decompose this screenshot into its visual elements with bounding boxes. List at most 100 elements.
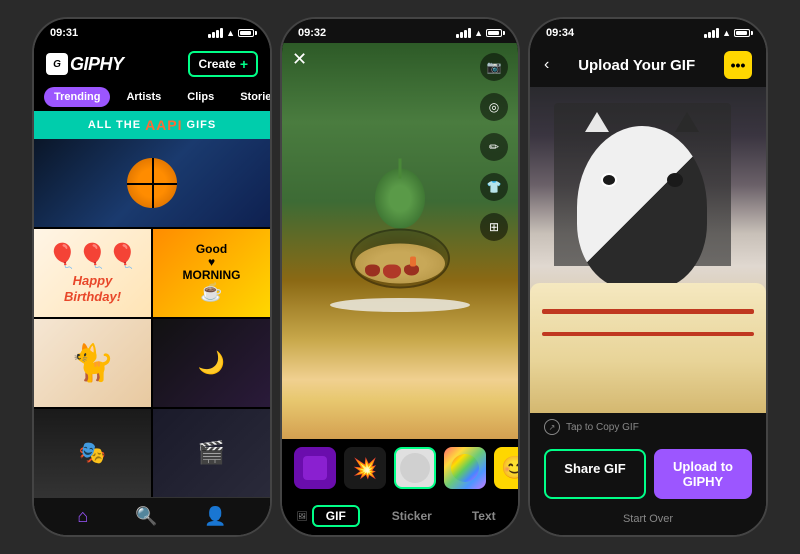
filter-icon[interactable]: ◎ bbox=[480, 93, 508, 121]
gif-cell-morning[interactable]: Good♥MORNING ☕ bbox=[153, 229, 270, 317]
sticker-purple-icon bbox=[303, 456, 327, 480]
start-over[interactable]: Start Over bbox=[530, 507, 766, 535]
time-2: 09:32 bbox=[298, 27, 326, 39]
image-icon: 🖼 bbox=[296, 511, 307, 522]
crop-icon[interactable]: ⊞ bbox=[480, 213, 508, 241]
copy-gif-hint[interactable]: ↗ Tap to Copy GIF bbox=[530, 413, 766, 441]
gif-cell-basketball[interactable] bbox=[34, 139, 270, 227]
plate bbox=[330, 298, 470, 312]
tiny-figure bbox=[410, 257, 416, 267]
mug-icon: ☕ bbox=[200, 282, 222, 303]
plus-icon: + bbox=[240, 56, 248, 72]
right-ear bbox=[675, 112, 699, 132]
sticker-purple[interactable] bbox=[294, 447, 336, 489]
shirt-icon[interactable]: 👕 bbox=[480, 173, 508, 201]
sticker-explosion[interactable]: 💥 bbox=[344, 447, 386, 489]
gif-cell-dark2[interactable]: 🎭 bbox=[34, 409, 151, 497]
nav-clips[interactable]: Clips bbox=[177, 87, 224, 107]
copy-gif-text: Tap to Copy GIF bbox=[566, 422, 639, 433]
upload-header: ‹ Upload Your GIF ••• bbox=[530, 43, 766, 87]
rainbow-icon bbox=[451, 454, 479, 482]
sticker-rainbow[interactable] bbox=[444, 447, 486, 489]
explosion-icon: 💥 bbox=[353, 456, 378, 481]
right-eye bbox=[669, 175, 681, 185]
nav-stories[interactable]: Stories bbox=[230, 87, 270, 107]
status-icons-3: ▲ bbox=[704, 28, 750, 38]
back-button[interactable]: ‹ bbox=[544, 56, 549, 74]
battery-icon-3 bbox=[734, 29, 750, 37]
phone-upload: 09:34 ▲ ‹ Upload Your GIF • bbox=[528, 17, 768, 537]
giphy-nav: Trending Artists Clips Stories Stickers bbox=[34, 83, 270, 111]
giphy-logo: G GIPHY bbox=[46, 53, 124, 75]
search-icon[interactable]: 🔍 bbox=[135, 506, 157, 527]
share-gif-button[interactable]: Share GIF bbox=[544, 449, 646, 499]
sticker-row: 💥 😊 bbox=[282, 439, 518, 497]
status-icons-1: ▲ bbox=[208, 28, 254, 38]
camera-view[interactable]: ✕ 📷 ◎ ✏ 👕 ⊞ bbox=[282, 43, 518, 439]
giphy-logo-icon: G bbox=[46, 53, 68, 75]
cat-photo bbox=[530, 87, 766, 413]
blanket-area bbox=[530, 283, 766, 413]
wifi-icon-2: ▲ bbox=[474, 28, 483, 38]
extra-gif: 🎬 bbox=[153, 409, 270, 497]
camera-close-button[interactable]: ✕ bbox=[292, 49, 307, 70]
bottom-nav: ⌂ 🔍 👤 bbox=[34, 497, 270, 535]
signal-icon-3 bbox=[704, 28, 719, 38]
more-options-button[interactable]: ••• bbox=[724, 51, 752, 79]
banner-suffix: GIFS bbox=[187, 119, 217, 131]
cat-area bbox=[577, 126, 707, 289]
aapi-banner: ALL THE AAPI GIFS bbox=[34, 111, 270, 139]
signal-icon-1 bbox=[208, 28, 223, 38]
nav-trending[interactable]: Trending bbox=[44, 87, 110, 107]
phone1-content: G GIPHY Create + Trending Artists Clips … bbox=[34, 43, 270, 535]
circle-icon bbox=[400, 453, 430, 483]
giphy-logo-text: GIPHY bbox=[70, 54, 124, 75]
sticker-smiley[interactable]: 😊 bbox=[494, 447, 518, 489]
tab-gif[interactable]: GIF bbox=[312, 505, 360, 527]
create-label: Create bbox=[198, 57, 235, 71]
gif-cell-birthday[interactable]: 🎈🎈🎈 HappyBirthday! bbox=[34, 229, 151, 317]
phone-camera: 09:32 ▲ ✕ 📷 bbox=[280, 17, 520, 537]
phones-container: 09:31 ▲ G GIPHY bbox=[0, 0, 800, 554]
tab-text[interactable]: Text bbox=[464, 505, 504, 527]
gif-tab-bar: 🖼 GIF Sticker Text bbox=[282, 497, 518, 535]
profile-icon[interactable]: 👤 bbox=[204, 506, 226, 527]
tab-sticker[interactable]: Sticker bbox=[384, 505, 440, 527]
nav-artists[interactable]: Artists bbox=[116, 87, 171, 107]
giphy-header: G GIPHY Create + bbox=[34, 43, 270, 83]
birthday-text: HappyBirthday! bbox=[64, 273, 121, 304]
smiley-icon: 😊 bbox=[501, 455, 518, 481]
sticker-white[interactable] bbox=[394, 447, 436, 489]
left-ear bbox=[585, 112, 609, 132]
gif-cell-cat[interactable]: 🐈 bbox=[34, 319, 151, 407]
left-eye bbox=[603, 175, 615, 185]
time-1: 09:31 bbox=[50, 27, 78, 39]
upload-title: Upload Your GIF bbox=[578, 57, 695, 74]
status-bar-1: 09:31 ▲ bbox=[34, 19, 270, 43]
signal-icon-2 bbox=[456, 28, 471, 38]
copy-circle-icon: ↗ bbox=[544, 419, 560, 435]
rocks bbox=[365, 265, 419, 279]
phone3-content: ‹ Upload Your GIF ••• bbox=[530, 43, 766, 535]
battery-icon-1 bbox=[238, 29, 254, 37]
blanket-stripe-1 bbox=[542, 309, 754, 314]
terrarium-scene bbox=[340, 159, 460, 309]
status-icons-2: ▲ bbox=[456, 28, 502, 38]
blanket-stripe-2 bbox=[542, 332, 754, 336]
dots-icon: ••• bbox=[731, 57, 746, 73]
home-icon[interactable]: ⌂ bbox=[77, 506, 88, 527]
upload-giphy-button[interactable]: Upload to GIPHY bbox=[654, 449, 752, 499]
gif-cell-dark1[interactable]: 🌙 bbox=[153, 319, 270, 407]
gif-grid: 🎈🎈🎈 HappyBirthday! Good♥MORNING ☕ 🐈 🌙 🎭 bbox=[34, 139, 270, 497]
phone2-content: ✕ 📷 ◎ ✏ 👕 ⊞ bbox=[282, 43, 518, 535]
camera-flip-icon[interactable]: 📷 bbox=[480, 53, 508, 81]
tab-gif-container: 🖼 GIF bbox=[296, 505, 359, 527]
create-button[interactable]: Create + bbox=[188, 51, 258, 77]
gif-cell-extra[interactable]: 🎬 bbox=[153, 409, 270, 497]
wifi-icon-3: ▲ bbox=[722, 28, 731, 38]
status-bar-2: 09:32 ▲ bbox=[282, 19, 518, 43]
phone-giphy-home: 09:31 ▲ G GIPHY bbox=[32, 17, 272, 537]
edit-icon[interactable]: ✏ bbox=[480, 133, 508, 161]
balloon-icon: 🎈🎈🎈 bbox=[48, 242, 138, 271]
camera-right-tools: 📷 ◎ ✏ 👕 ⊞ bbox=[480, 53, 508, 241]
